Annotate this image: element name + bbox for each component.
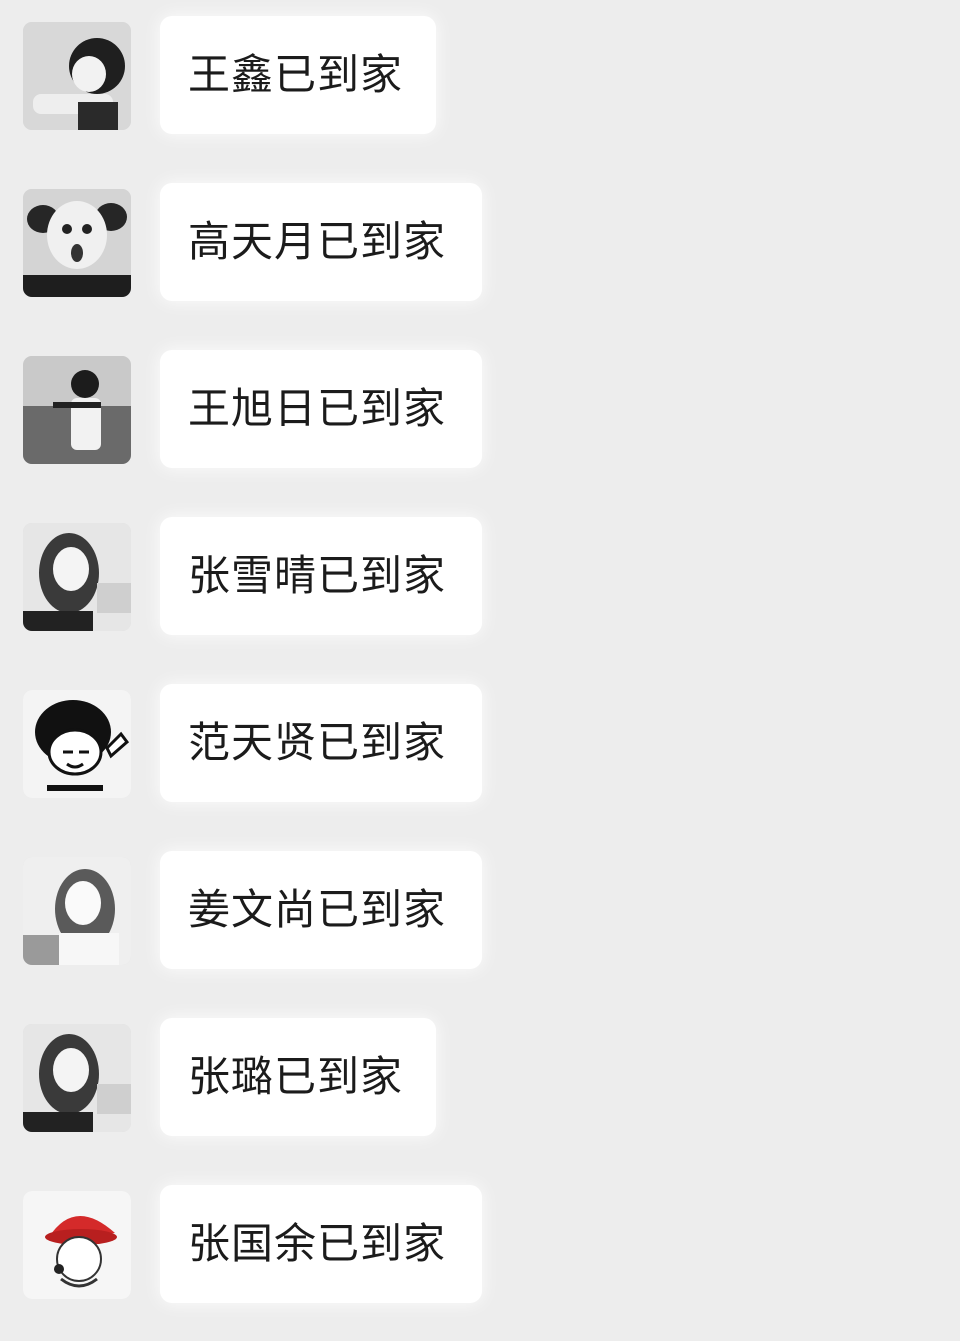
avatar[interactable] (23, 356, 131, 464)
red-hat-cartoon-avatar-icon (23, 1191, 131, 1299)
message-bubble[interactable]: 姜文尚已到家 (160, 851, 482, 969)
avatar[interactable] (23, 189, 131, 297)
avatar[interactable] (23, 1024, 131, 1132)
chat-message: 张国余已到家 (0, 1185, 960, 1341)
message-bubble[interactable]: 范天贤已到家 (160, 684, 482, 802)
chat-message: 张雪晴已到家 (0, 517, 960, 673)
chat-message: 姜文尚已到家 (0, 851, 960, 1007)
message-text: 姜文尚已到家 (188, 885, 447, 934)
message-text: 王旭日已到家 (188, 384, 447, 433)
boy-photo-avatar-icon (23, 22, 131, 130)
message-text: 张雪晴已到家 (188, 551, 447, 600)
meme-cartoon-avatar-icon (23, 690, 131, 798)
chat-message: 王鑫已到家 (0, 16, 960, 172)
message-text: 范天贤已到家 (188, 718, 447, 767)
avatar[interactable] (23, 690, 131, 798)
message-bubble[interactable]: 王旭日已到家 (160, 350, 482, 468)
chat-message: 王旭日已到家 (0, 350, 960, 506)
message-text: 张国余已到家 (188, 1219, 447, 1268)
girl-photo-avatar-icon (23, 1024, 131, 1132)
message-bubble[interactable]: 张雪晴已到家 (160, 517, 482, 635)
message-bubble[interactable]: 高天月已到家 (160, 183, 482, 301)
avatar[interactable] (23, 523, 131, 631)
chat-message: 张璐已到家 (0, 1018, 960, 1174)
chat-message-list[interactable]: 王鑫已到家 高天月已到家 王旭日已到家 张雪晴已到家 范天贤已到家 姜文尚已到家… (0, 0, 960, 1336)
chat-message: 高天月已到家 (0, 183, 960, 339)
chat-message: 范天贤已到家 (0, 684, 960, 840)
message-text: 高天月已到家 (188, 217, 447, 266)
avatar[interactable] (23, 22, 131, 130)
message-text: 张璐已到家 (188, 1052, 404, 1101)
message-bubble[interactable]: 张国余已到家 (160, 1185, 482, 1303)
avatar[interactable] (23, 857, 131, 965)
message-text: 王鑫已到家 (188, 50, 404, 99)
message-bubble[interactable]: 王鑫已到家 (160, 16, 436, 134)
child-photo-avatar-icon (23, 189, 131, 297)
boy-seaside-avatar-icon (23, 356, 131, 464)
girl-photo-avatar-icon (23, 523, 131, 631)
avatar[interactable] (23, 1191, 131, 1299)
girl-bright-photo-avatar-icon (23, 857, 131, 965)
message-bubble[interactable]: 张璐已到家 (160, 1018, 436, 1136)
